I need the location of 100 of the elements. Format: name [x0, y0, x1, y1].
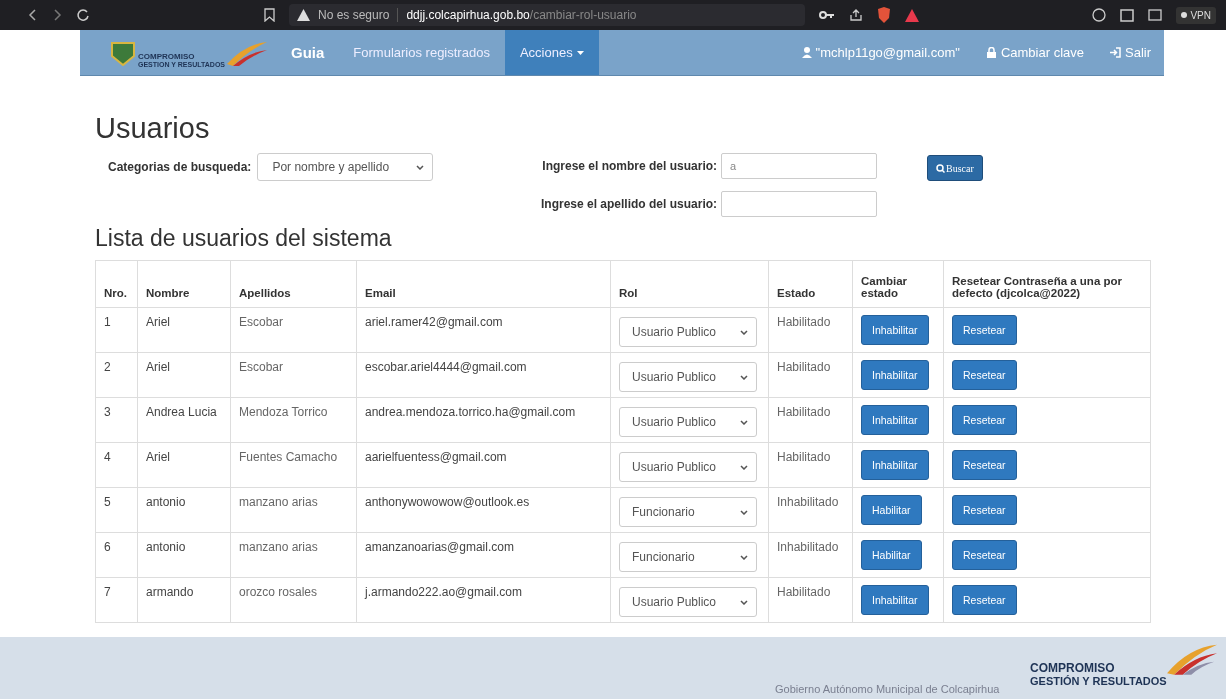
reset-button[interactable]: Resetear — [952, 360, 1017, 390]
table-cell: antonio — [146, 540, 186, 554]
role-select[interactable]: Usuario Publico — [619, 452, 757, 482]
logo-title: COMPROMISO — [138, 51, 196, 61]
chevron-down-icon — [740, 464, 748, 470]
role-select[interactable]: Funcionario — [619, 497, 757, 527]
toggle-status-button[interactable]: Inhabilitar — [861, 360, 929, 390]
column-header: Rol — [619, 287, 638, 299]
search-icon — [936, 163, 946, 173]
table-cell: 3 — [104, 405, 111, 419]
role-select[interactable]: Usuario Publico — [619, 362, 757, 392]
lock-icon — [985, 47, 997, 58]
bookmark-icon[interactable] — [264, 8, 275, 22]
section-title: Lista de usuarios del sistema — [95, 224, 393, 253]
table-cell: Habilitado — [777, 360, 831, 374]
table-cell: 4 — [104, 450, 111, 464]
toggle-status-button[interactable]: Inhabilitar — [861, 405, 929, 435]
table-cell: 5 — [104, 495, 111, 509]
nav-link[interactable]: Formularios registrados — [338, 30, 505, 75]
forward-icon[interactable] — [52, 8, 62, 22]
role-select[interactable]: Usuario Publico — [619, 407, 757, 437]
emblem-icon — [110, 39, 136, 66]
table-cell: Habilitado — [777, 405, 831, 419]
chevron-down-icon — [740, 329, 748, 335]
reset-button[interactable]: Resetear — [952, 495, 1017, 525]
table-cell: 7 — [104, 585, 111, 599]
share-icon[interactable] — [849, 8, 863, 22]
toggle-status-button[interactable]: Inhabilitar — [861, 585, 929, 615]
chevron-down-icon — [740, 509, 748, 515]
key-icon[interactable] — [819, 10, 835, 20]
table-cell: Inhabilitado — [777, 495, 839, 509]
toggle-status-button[interactable]: Habilitar — [861, 495, 922, 525]
category-select[interactable]: Por nombre y apellido — [257, 153, 434, 181]
reset-button[interactable]: Resetear — [952, 405, 1017, 435]
reload-icon[interactable] — [76, 8, 90, 22]
logout-link[interactable]: Salir — [1097, 30, 1164, 75]
chevron-down-icon — [740, 554, 748, 560]
table-cell: Habilitado — [777, 315, 831, 329]
table-cell: anthonywowowow@outlook.es — [365, 495, 530, 509]
table-cell: Escobar — [239, 315, 284, 329]
brand-link[interactable]: Guia — [277, 30, 339, 75]
table-cell: 6 — [104, 540, 111, 554]
role-select[interactable]: Usuario Publico — [619, 587, 757, 617]
table-cell: escobar.ariel4444@gmail.com — [365, 360, 527, 374]
surname-input[interactable] — [721, 191, 878, 217]
name-input[interactable]: a — [721, 153, 878, 179]
chevron-down-icon — [740, 419, 748, 425]
table-cell: aarielfuentess@gmail.com — [365, 450, 507, 464]
nav-link[interactable]: Acciones — [504, 30, 599, 75]
footer-text: Gobierno Autónomo Municipal de Colcapirhua — [775, 683, 1000, 695]
table-cell: Ariel — [146, 450, 170, 464]
dot-icon — [1181, 12, 1188, 18]
toggle-status-button[interactable]: Inhabilitar — [861, 315, 929, 345]
table-cell: j.armando222.ao@gmail.com — [365, 585, 522, 599]
reset-button[interactable]: Resetear — [952, 585, 1017, 615]
url-text: ddjj.colcapirhua.gob.bo/cambiar-rol-usuario — [406, 8, 637, 22]
table-cell: amanzanoarias@gmail.com — [365, 540, 514, 554]
column-header: Resetear Contraseña a una por defecto (djcolca@2022) — [952, 275, 1122, 299]
back-icon[interactable] — [28, 8, 38, 22]
table-cell: Habilitado — [777, 585, 831, 599]
search-button[interactable]: Buscar — [927, 155, 983, 181]
table-cell: ariel.ramer42@gmail.com — [365, 315, 503, 329]
table-cell: 2 — [104, 360, 111, 374]
column-header: Cambiar estado — [861, 275, 908, 299]
table-cell: Inhabilitado — [777, 540, 839, 554]
toggle-status-button[interactable]: Inhabilitar — [861, 450, 929, 480]
reset-button[interactable]: Resetear — [952, 450, 1017, 480]
warning-icon — [297, 9, 310, 21]
role-select[interactable]: Usuario Publico — [619, 317, 757, 347]
logo-title: COMPROMISO — [1030, 661, 1116, 675]
role-select[interactable]: Funcionario — [619, 542, 757, 572]
swoosh-icon — [227, 39, 267, 66]
address-bar[interactable]: No es seguro ddjj.colcapirhua.gob.bo/cambiar-rol-usuario — [289, 4, 805, 26]
column-header: Nombre — [146, 287, 190, 299]
reset-button[interactable]: Resetear — [952, 315, 1017, 345]
table-cell: antonio — [146, 495, 186, 509]
table-cell: armando — [146, 585, 194, 599]
table-cell: 1 — [104, 315, 111, 329]
table-cell: orozco rosales — [239, 585, 318, 599]
table-cell: andrea.mendoza.torrico.ha@gmail.com — [365, 405, 576, 419]
user-icon — [801, 47, 812, 58]
table-cell: Ariel — [146, 360, 170, 374]
user-link[interactable]: "mchlp11go@gmail.com" — [788, 30, 973, 75]
column-header: Nro. — [104, 287, 127, 299]
reset-button[interactable]: Resetear — [952, 540, 1017, 570]
swoosh-icon — [1166, 643, 1217, 675]
chevron-down-icon — [416, 164, 425, 170]
logo-subtitle: GESTIÓN Y RESULTADOS — [1030, 675, 1167, 687]
change-password-link[interactable]: Cambiar clave — [972, 30, 1097, 75]
table-cell: manzano arias — [239, 495, 318, 509]
table-cell: Escobar — [239, 360, 284, 374]
toggle-status-button[interactable]: Habilitar — [861, 540, 922, 570]
table-cell: manzano arias — [239, 540, 318, 554]
triangle-icon[interactable] — [905, 8, 919, 22]
page-title: Usuarios — [95, 111, 211, 146]
column-header: Email — [365, 287, 396, 299]
field-label: Categorias de busqueda: — [108, 160, 252, 174]
table-cell: Habilitado — [777, 450, 831, 464]
vpn-button[interactable]: VPN — [1176, 6, 1216, 24]
chevron-down-icon — [740, 374, 748, 380]
